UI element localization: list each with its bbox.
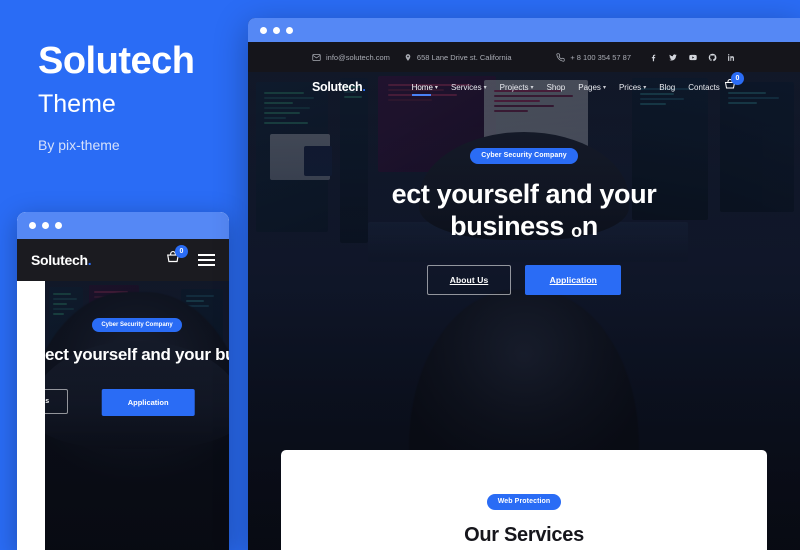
main-menu: Home ▾ Services ▾ Projects ▾ Shop Pages ▾ Pr… <box>411 82 720 96</box>
nav-item-prices-label: Prices <box>618 82 642 92</box>
promo-author: By pix-theme <box>38 137 120 153</box>
nav-item-contacts[interactable]: Contacts <box>688 83 720 92</box>
site-topbar: info@solutech.com 658 Lane Drive st. Cal… <box>248 42 800 72</box>
nav-item-pages-label: Pages <box>578 82 601 92</box>
chevron-down-icon: ▾ <box>483 84 487 91</box>
mobile-logo-accent-dot: . <box>87 252 92 268</box>
mobile-hero-title-line1: ect yourself and <box>45 345 171 364</box>
desktop-mockup: info@solutech.com 658 Lane Drive st. Cal… <box>248 18 800 550</box>
mobile-hero-title: ect yourself and your business on <box>45 344 229 365</box>
chevron-down-icon: ▾ <box>434 84 438 91</box>
mobile-browser-chrome <box>17 212 229 239</box>
nav-item-contacts-label: Contacts <box>688 82 720 92</box>
site-stage: Solutech. Home ▾ Services ▾ Projects ▾ Shop… <box>248 72 800 550</box>
mobile-navbar: Solutech. 0 <box>17 239 229 281</box>
desktop-browser-chrome <box>248 18 800 42</box>
mobile-about-us-button[interactable]: About Us <box>45 389 69 415</box>
window-dot-maximize-icon[interactable] <box>286 26 293 34</box>
promo-panel: Solutech Theme By pix-theme <box>38 42 268 153</box>
site-logo-accent-dot: . <box>362 80 366 94</box>
mobile-logo[interactable]: Solutech. <box>31 252 92 268</box>
nav-item-prices[interactable]: Prices ▾ <box>619 83 646 92</box>
hero-content: Cyber Security Company ect yourself and … <box>248 102 800 296</box>
nav-item-shop-label: Shop <box>546 82 566 92</box>
site-navbar: Solutech. Home ▾ Services ▾ Projects ▾ Shop… <box>248 72 800 102</box>
services-badge: Web Protection <box>486 493 562 510</box>
mobile-hero-buttons: About Us Application <box>45 387 229 427</box>
topbar-right-group: + 8 100 354 57 87 <box>556 53 736 62</box>
cart-badge: 0 <box>731 72 744 85</box>
nav-item-home-label: Home <box>411 82 433 92</box>
hero-title-line2-a: business <box>450 211 572 242</box>
topbar-phone[interactable]: + 8 100 354 57 87 <box>556 53 631 62</box>
nav-item-projects[interactable]: Projects ▾ <box>500 83 534 92</box>
topbar-contact-group: info@solutech.com 658 Lane Drive st. Cal… <box>312 53 512 62</box>
promo-title: Solutech <box>38 40 195 82</box>
topbar-phone-text: + 8 100 354 57 87 <box>570 52 631 62</box>
hero-buttons: About Us Application <box>248 265 800 296</box>
services-section: Web Protection Our Services Elit eget gr… <box>281 450 767 550</box>
promo-subtitle: Theme <box>38 90 116 118</box>
hero-title-line2: business on <box>248 210 800 243</box>
about-us-button[interactable]: About Us <box>426 265 512 296</box>
services-title: Our Services <box>464 523 584 546</box>
nav-item-home[interactable]: Home ▾ <box>411 82 438 96</box>
topbar-email[interactable]: info@solutech.com <box>312 53 390 62</box>
envelope-icon <box>312 53 321 61</box>
mobile-logo-text: Solutech <box>31 252 88 268</box>
mobile-hero: Cyber Security Company ect yourself and … <box>17 281 229 550</box>
hero-title-line2-b: n <box>581 211 598 242</box>
nav-item-pages[interactable]: Pages ▾ <box>578 83 606 92</box>
map-pin-icon <box>405 53 411 61</box>
linkedin-icon[interactable] <box>727 53 736 62</box>
hero-badge: Cyber Security Company <box>470 147 578 164</box>
nav-item-shop[interactable]: Shop <box>547 83 566 92</box>
mobile-hero-title-line2: your business on <box>175 345 229 364</box>
nav-item-services-label: Services <box>450 82 482 92</box>
hamburger-menu-icon[interactable] <box>198 254 215 266</box>
nav-item-services[interactable]: Services ▾ <box>451 83 487 92</box>
window-dot-close-icon[interactable] <box>260 26 267 34</box>
topbar-address-text: 658 Lane Drive st. California <box>416 52 512 62</box>
chevron-down-icon: ▾ <box>602 84 606 91</box>
site-logo[interactable]: Solutech. <box>312 80 366 94</box>
cart-button[interactable]: 0 <box>724 72 744 96</box>
window-dot-minimize-icon[interactable] <box>42 222 49 229</box>
navbar-actions: 0 <box>724 72 744 96</box>
topbar-social-links <box>649 53 736 62</box>
topbar-email-text: info@solutech.com <box>326 52 390 62</box>
hero-title-line1: ect yourself and your <box>391 178 657 209</box>
mobile-cart-badge: 0 <box>175 244 188 258</box>
hero-title-line2-small: o <box>571 221 582 242</box>
mobile-application-button[interactable]: Application <box>101 389 195 417</box>
mobile-viewport: Solutech. 0 Cyber Security Company ect y… <box>17 239 229 550</box>
mobile-cart-button[interactable]: 0 <box>166 244 188 270</box>
github-icon[interactable] <box>708 53 717 62</box>
mobile-hero-title-line2-a: your business <box>175 345 229 364</box>
topbar-address: 658 Lane Drive st. California <box>404 53 512 62</box>
window-dot-minimize-icon[interactable] <box>273 26 280 34</box>
chevron-down-icon: ▾ <box>643 84 647 91</box>
application-button[interactable]: Application <box>525 265 622 296</box>
window-dot-close-icon[interactable] <box>29 222 36 229</box>
mobile-hero-content: Cyber Security Company ect yourself and … <box>45 281 229 427</box>
twitter-icon[interactable] <box>668 53 678 62</box>
window-dot-maximize-icon[interactable] <box>55 222 62 229</box>
mobile-mockup: Solutech. 0 Cyber Security Company ect y… <box>17 212 229 550</box>
nav-item-blog[interactable]: Blog <box>659 83 675 92</box>
mobile-hero-badge: Cyber Security Company <box>92 318 182 332</box>
mobile-left-strip <box>17 281 45 550</box>
nav-item-blog-label: Blog <box>659 82 676 92</box>
facebook-icon[interactable] <box>649 53 658 62</box>
mobile-hero-image-area: Cyber Security Company ect yourself and … <box>45 281 229 550</box>
hero-title: ect yourself and your business on <box>248 178 800 244</box>
mobile-nav-actions: 0 <box>166 244 215 270</box>
nav-item-projects-label: Projects <box>499 82 529 92</box>
youtube-icon[interactable] <box>688 53 698 62</box>
phone-icon <box>556 52 565 62</box>
chevron-down-icon: ▾ <box>530 84 534 91</box>
site-logo-text: Solutech <box>312 80 363 94</box>
